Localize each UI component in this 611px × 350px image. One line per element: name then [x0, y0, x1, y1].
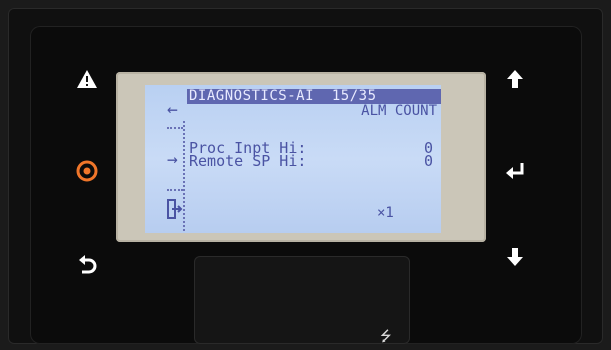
home-button[interactable]	[70, 154, 104, 188]
undo-arrow-icon	[79, 255, 97, 274]
card-slot	[194, 256, 410, 344]
nav-divider	[167, 127, 183, 129]
enter-return-icon	[506, 163, 524, 179]
down-button[interactable]	[498, 240, 532, 274]
row-value: 0	[423, 152, 433, 170]
target-circle-icon	[76, 160, 98, 182]
multiplier-label: ×1	[377, 205, 394, 221]
arrow-down-icon	[507, 248, 523, 266]
arrow-up-icon	[507, 70, 523, 88]
screen-subtitle: ALM COUNT	[361, 103, 437, 119]
warning-triangle-icon	[77, 70, 97, 88]
back-button[interactable]	[70, 248, 104, 282]
nav-back-arrow-icon: ←	[167, 99, 178, 120]
enter-button[interactable]	[498, 154, 532, 188]
lcd-screen: DIAGNOSTICS-AI 15/35 ALM COUNT ← → Proc …	[145, 85, 441, 233]
usb-icon: ⭍	[380, 329, 392, 345]
menu-divider	[183, 121, 185, 231]
screen-title: DIAGNOSTICS-AI 15/35	[187, 89, 441, 104]
row-label: Remote SP Hi:	[189, 152, 307, 170]
up-button[interactable]	[498, 62, 532, 96]
nav-current-arrow-icon: →	[167, 149, 178, 170]
nav-divider	[167, 189, 183, 191]
exit-icon	[167, 199, 183, 219]
alarm-button[interactable]	[70, 62, 104, 96]
